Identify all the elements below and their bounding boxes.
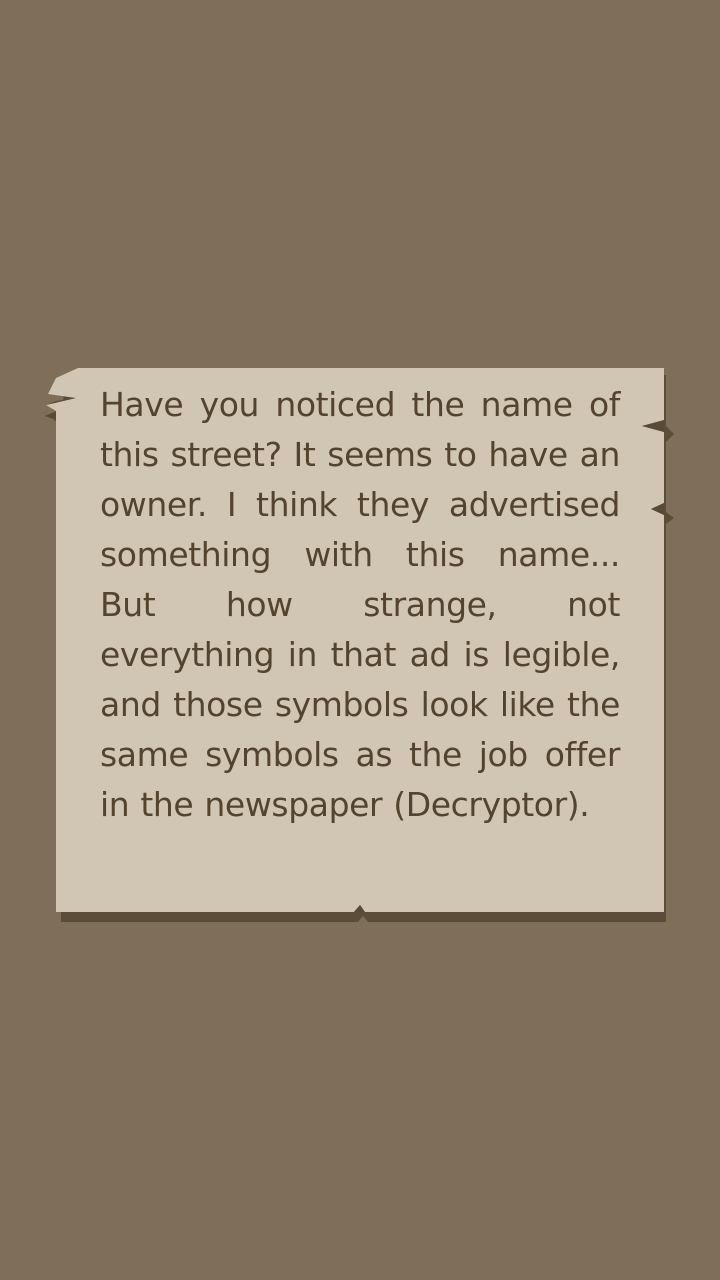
game-screen: Have you noticed the name of this street…: [0, 0, 720, 1280]
torn-paper-note: [44, 368, 674, 922]
note-card[interactable]: Have you noticed the name of this street…: [0, 0, 720, 1280]
note-paper: [44, 368, 664, 912]
